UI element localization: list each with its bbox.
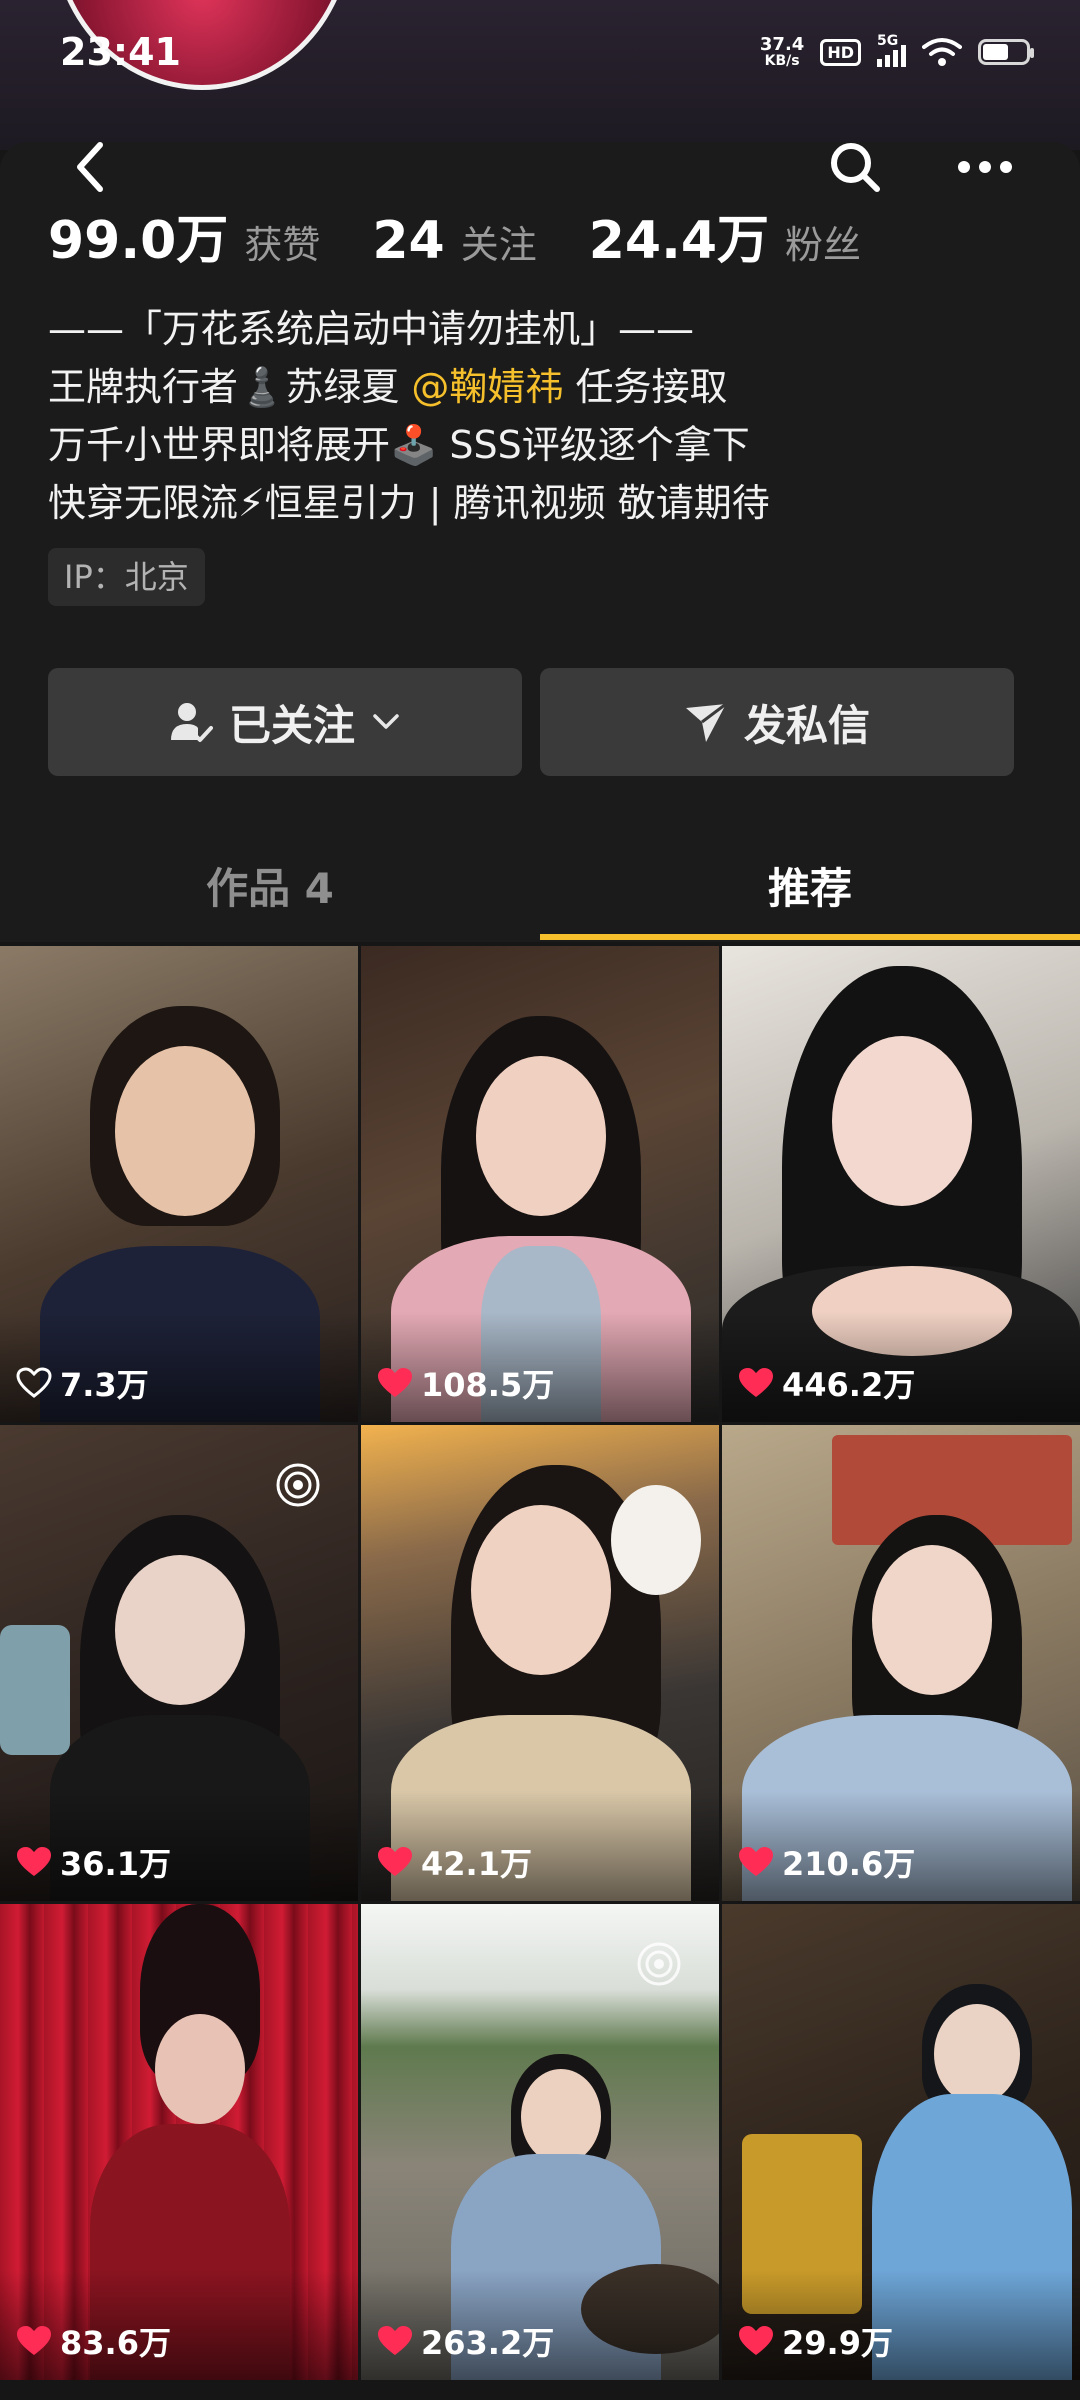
tab-recommend[interactable]: 推荐 xyxy=(540,830,1080,940)
likes-count: 210.6万 xyxy=(782,1845,916,1883)
network-type: 5G xyxy=(877,33,899,49)
message-button[interactable]: 发私信 xyxy=(540,668,1014,776)
user-check-icon xyxy=(170,703,213,742)
wifi-icon xyxy=(922,38,962,66)
bio-line-2-tail: 任务接取 xyxy=(563,365,728,409)
mention-link[interactable]: @鞠婧祎 xyxy=(411,365,563,409)
heart-icon xyxy=(378,1368,412,1397)
heart-icon xyxy=(739,2326,773,2355)
live-icon xyxy=(637,1942,681,1986)
heart-icon xyxy=(739,1847,773,1876)
likes-count: 108.5万 xyxy=(421,1366,555,1404)
network-speed: 37.4 KB/s xyxy=(759,34,805,69)
heart-icon xyxy=(17,2326,51,2355)
battery-icon xyxy=(978,39,1034,65)
video-tile[interactable]: 446.2万 xyxy=(722,946,1080,1422)
bio-line-3: 万千小世界即将展开🕹️ SSS评级逐个拿下 xyxy=(48,423,750,467)
likes-count: 7.3万 xyxy=(60,1366,149,1404)
followers-label[interactable]: 粉丝 xyxy=(785,214,861,269)
bio-line-4: 快穿无限流⚡恒星引力 | 腾讯视频 敬请期待 xyxy=(48,481,770,525)
video-tile[interactable]: 36.1万 xyxy=(0,1425,358,1901)
video-tile[interactable]: 210.6万 xyxy=(722,1425,1080,1901)
signal-icon: 5G xyxy=(877,33,906,67)
status-time: 23:41 xyxy=(60,30,181,74)
heart-icon xyxy=(17,1847,51,1876)
chevron-down-icon xyxy=(373,714,399,729)
video-tile[interactable]: 108.5万 xyxy=(361,946,719,1422)
video-likes: 42.1万 xyxy=(377,1839,532,1885)
likes-count: 29.9万 xyxy=(782,2324,893,2362)
search-icon xyxy=(831,143,880,192)
likes-label: 获赞 xyxy=(244,223,321,267)
video-tile[interactable]: 42.1万 xyxy=(361,1425,719,1901)
back-arrow-icon xyxy=(77,142,103,192)
ip-location-tag: IP：北京 xyxy=(48,548,205,606)
status-bar: 23:41 37.4 KB/s HD 5G xyxy=(0,0,1080,100)
hd-icon: HD xyxy=(820,38,861,66)
video-likes: 36.1万 xyxy=(16,1839,171,1885)
speed-unit: KB/s xyxy=(764,53,800,69)
tab-works[interactable]: 作品 4 xyxy=(0,830,540,940)
following-count[interactable]: 24 xyxy=(372,211,444,271)
followed-button[interactable]: 已关注 xyxy=(48,668,522,776)
video-likes: 263.2万 xyxy=(377,2318,554,2364)
send-icon xyxy=(685,702,727,742)
video-likes: 7.3万 xyxy=(16,1360,149,1406)
speed-value: 37.4 xyxy=(759,34,805,55)
likes-count: 83.6万 xyxy=(60,2324,171,2362)
likes-count: 446.2万 xyxy=(782,1366,916,1404)
more-button[interactable] xyxy=(950,127,1020,207)
video-likes: 108.5万 xyxy=(377,1360,554,1406)
heart-icon xyxy=(739,1368,773,1397)
search-button[interactable] xyxy=(820,127,890,207)
likes-count: 42.1万 xyxy=(421,1845,532,1883)
followed-label: 已关注 xyxy=(228,700,355,750)
video-likes: 29.9万 xyxy=(738,2318,893,2364)
more-dots-icon xyxy=(958,161,1012,173)
video-tile[interactable]: 7.3万 xyxy=(0,946,358,1422)
heart-icon xyxy=(378,2326,412,2355)
followers-count[interactable]: 24.4万 xyxy=(589,198,769,273)
active-tab-indicator xyxy=(540,934,1080,940)
bio-line-1: ——「万花系统启动中请勿挂机」—— xyxy=(48,307,695,351)
profile-tabs: 作品 4 推荐 xyxy=(0,830,1080,940)
live-icon xyxy=(276,1463,320,1507)
bio-line-2-text: 王牌执行者♟️苏绿夏 xyxy=(48,365,412,409)
heart-icon xyxy=(378,1847,412,1876)
profile-stats: 99.0万 获赞 24 关注 24.4万 粉丝 xyxy=(48,198,913,273)
profile-page: 23:41 37.4 KB/s HD 5G 99.0万 获赞 24 关注 24.… xyxy=(0,0,1080,2400)
profile-header: 99.0万 获赞 24 关注 24.4万 粉丝 ——「万花系统启动中请勿挂机」—… xyxy=(0,142,1080,942)
heart-outline-icon xyxy=(16,1367,52,1398)
bio-line-2: 王牌执行者♟️苏绿夏 @鞠婧祎 任务接取 xyxy=(48,358,1048,416)
message-label: 发私信 xyxy=(743,700,870,750)
status-indicators: 37.4 KB/s HD 5G xyxy=(759,30,1034,74)
profile-bio: ——「万花系统启动中请勿挂机」—— 王牌执行者♟️苏绿夏 @鞠婧祎 任务接取 万… xyxy=(48,300,1048,532)
likes-count: 263.2万 xyxy=(421,2324,555,2362)
following-label[interactable]: 关注 xyxy=(461,214,537,269)
likes-count: 99.0万 xyxy=(48,211,229,271)
video-likes: 83.6万 xyxy=(16,2318,171,2364)
likes-count: 36.1万 xyxy=(60,1845,171,1883)
video-tile[interactable]: 83.6万 xyxy=(0,1904,358,2380)
video-likes: 446.2万 xyxy=(738,1360,915,1406)
video-tile[interactable]: 29.9万 xyxy=(722,1904,1080,2380)
video-likes: 210.6万 xyxy=(738,1839,915,1885)
back-button[interactable] xyxy=(60,127,120,207)
video-grid: 7.3万 108.5万 446.2万 36.1万 42.1万 210.6万 83… xyxy=(0,946,1080,2380)
video-tile[interactable]: 263.2万 xyxy=(361,1904,719,2380)
